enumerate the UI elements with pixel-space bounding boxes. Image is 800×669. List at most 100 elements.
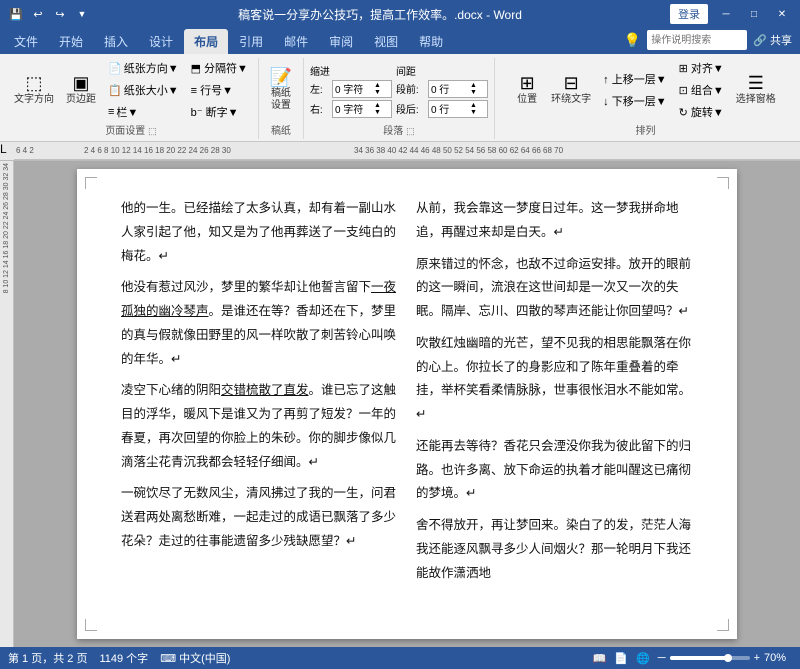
page-info: 第 1 页，共 2 页: [8, 650, 87, 666]
zoom-track[interactable]: [670, 656, 750, 660]
layer-controls: ↑ 上移一层▼ ↓ 下移一层▼: [599, 69, 670, 111]
minimize-button[interactable]: ─: [716, 4, 736, 24]
margins-icon: ▣: [72, 74, 89, 92]
page-setup-expand[interactable]: ⬚: [148, 126, 157, 136]
ribbon-group-paragraph: 缩进 左: ▲ ▼ 右:: [304, 58, 495, 139]
tab-review[interactable]: 审阅: [319, 29, 363, 54]
align-button[interactable]: ⊞ 对齐▼: [675, 58, 728, 78]
after-spacing-input[interactable]: [429, 103, 469, 114]
right-indent-arrows[interactable]: ▲ ▼: [373, 102, 382, 116]
document-area[interactable]: 他的一生。已经描绘了太多认真，却有着一副山水人家引起了他，知又是为了他再葬送了一…: [14, 161, 800, 647]
tab-insert[interactable]: 插入: [94, 29, 138, 54]
draft-label: 稿纸: [271, 122, 291, 139]
zoom-in-icon[interactable]: +: [754, 652, 760, 664]
page-content: 他的一生。已经描绘了太多认真，却有着一副山水人家引起了他，知又是为了他再葬送了一…: [121, 197, 693, 593]
read-mode-icon[interactable]: 📖: [593, 652, 607, 665]
undo-icon[interactable]: ↩: [30, 6, 46, 22]
columns-button[interactable]: ≡ 栏▼: [104, 102, 183, 122]
right-indent-field[interactable]: ▲ ▼: [332, 100, 392, 118]
tab-design[interactable]: 设计: [139, 29, 183, 54]
right-indent-input[interactable]: [333, 103, 373, 114]
content-right-col[interactable]: 从前，我会靠这一梦度日过年。这一梦我拼命地追，再醒过来却是白天。↵ 原来错过的怀…: [416, 197, 693, 593]
draft-icon: 📝: [270, 68, 292, 86]
send-backward-button[interactable]: ↓ 下移一层▼: [599, 91, 670, 111]
right-para-4: 还能再去等待？香花只会湮没你我为彼此留下的归路。也许多离、放下命运的执着才能叫醒…: [416, 435, 693, 506]
left-indent-arrows[interactable]: ▲ ▼: [373, 82, 382, 96]
right-indent-down[interactable]: ▼: [373, 109, 382, 116]
zoom-thumb[interactable]: [724, 654, 732, 662]
customize-icon[interactable]: ▼: [74, 6, 90, 22]
save-icon[interactable]: 💾: [8, 6, 24, 22]
left-indent-down[interactable]: ▼: [373, 89, 382, 96]
paragraph-label: 段落 ⬚: [383, 122, 414, 139]
page-setup-content: ⬚ 文字方向 ▣ 页边距 📄 纸张方向▼ 📋 纸张大小▼ ≡ 栏▼: [10, 58, 252, 122]
after-down[interactable]: ▼: [469, 109, 478, 116]
position-button[interactable]: ⊞ 位置: [511, 72, 543, 108]
hyphenation-button[interactable]: b⁻ 断字▼: [187, 102, 252, 122]
left-indent-input[interactable]: [333, 83, 373, 94]
tab-view[interactable]: 视图: [364, 29, 408, 54]
ruler-container: L 6 4 2 2 4 6 8 10 12 14 16 18 20 22 24 …: [0, 142, 800, 161]
line-numbers-button[interactable]: ≡ 行号▼: [187, 80, 252, 100]
indent-controls: 缩进 左: ▲ ▼ 右:: [310, 63, 392, 118]
before-up[interactable]: ▲: [469, 82, 478, 89]
zoom-out-icon[interactable]: ─: [658, 652, 666, 664]
left-indent-field[interactable]: ▲ ▼: [332, 80, 392, 98]
restore-button[interactable]: □: [744, 4, 764, 24]
draft-settings-button[interactable]: 📝 稿纸设置: [265, 66, 297, 114]
search-input[interactable]: [647, 30, 747, 50]
breaks-button[interactable]: ⬒ 分隔符▼: [187, 58, 252, 78]
bring-forward-button[interactable]: ↑ 上移一层▼: [599, 69, 670, 89]
share-button[interactable]: 🔗 共享: [753, 32, 792, 48]
right-para-1: 从前，我会靠这一梦度日过年。这一梦我拼命地追，再醒过来却是白天。↵: [416, 197, 693, 245]
zoom-level: 70%: [764, 652, 792, 664]
print-layout-icon[interactable]: 📄: [614, 652, 628, 665]
rotate-button[interactable]: ↻ 旋转▼: [675, 102, 728, 122]
left-indent-up[interactable]: ▲: [373, 82, 382, 89]
breaks-controls: ⬒ 分隔符▼ ≡ 行号▼ b⁻ 断字▼: [187, 58, 252, 122]
text-direction-button[interactable]: ⬚ 文字方向: [10, 72, 58, 108]
title-bar-left: 💾 ↩ ↪ ▼: [8, 6, 90, 22]
ruler-marks: 6 4 2 2 4 6 8 10 12 14 16 18 20 22 24 26…: [14, 142, 800, 159]
tab-help[interactable]: 帮助: [409, 29, 453, 54]
group-button[interactable]: ⊡ 组合▼: [675, 80, 728, 100]
close-button[interactable]: ✕: [772, 4, 792, 24]
left-indent-field-row: 左: ▲ ▼: [310, 80, 392, 98]
redo-icon[interactable]: ↪: [52, 6, 68, 22]
zoom-bar: ─ + 70%: [658, 652, 792, 664]
paper-controls: 📄 纸张方向▼ 📋 纸张大小▼ ≡ 栏▼: [104, 58, 183, 122]
tab-references[interactable]: 引用: [229, 29, 273, 54]
after-spacing-field[interactable]: ▲ ▼: [428, 100, 488, 118]
ribbon-group-page-setup: ⬚ 文字方向 ▣ 页边距 📄 纸张方向▼ 📋 纸张大小▼ ≡ 栏▼: [4, 58, 259, 139]
arrange-label: 排列: [635, 122, 655, 139]
before-spacing-field[interactable]: ▲ ▼: [428, 80, 488, 98]
after-spacing-arrows[interactable]: ▲ ▼: [469, 102, 478, 116]
before-spacing-arrows[interactable]: ▲ ▼: [469, 82, 478, 96]
selection-pane-button[interactable]: ☰ 选择窗格: [732, 72, 780, 108]
spacing-controls: 间距 段前: ▲ ▼ 段后:: [396, 63, 488, 118]
wrap-icon: ⊟: [564, 74, 579, 92]
wrap-text-button[interactable]: ⊟ 环绕文字: [547, 72, 595, 108]
before-down[interactable]: ▼: [469, 89, 478, 96]
title-bar: 💾 ↩ ↪ ▼ 稿客说一分享办公技巧，提高工作效率。.docx - Word 登…: [0, 0, 800, 28]
right-indent-up[interactable]: ▲: [373, 102, 382, 109]
paragraph-expand[interactable]: ⬚: [406, 126, 415, 136]
margins-button[interactable]: ▣ 页边距: [62, 72, 100, 108]
content-left-col[interactable]: 他的一生。已经描绘了太多认真，却有着一副山水人家引起了他，知又是为了他再葬送了一…: [121, 197, 398, 593]
web-layout-icon[interactable]: 🌐: [636, 652, 650, 665]
corner-bl: [85, 619, 97, 631]
title-bar-right: 登录 ─ □ ✕: [670, 4, 792, 24]
paper-size-button[interactable]: 📋 纸张大小▼: [104, 80, 183, 100]
horizontal-ruler: 6 4 2 2 4 6 8 10 12 14 16 18 20 22 24 26…: [14, 142, 800, 160]
vertical-ruler: 8 10 12 14 16 18 20 22 24 26 28 30 32 34: [0, 161, 14, 647]
before-spacing-input[interactable]: [429, 83, 469, 94]
after-up[interactable]: ▲: [469, 102, 478, 109]
tab-layout[interactable]: 布局: [184, 29, 228, 54]
lightbulb-icon: 💡: [624, 32, 641, 49]
tab-mailings[interactable]: 邮件: [274, 29, 318, 54]
tab-home[interactable]: 开始: [49, 29, 93, 54]
left-para-3: 凌空下心绪的阴阳交错梳散了直发。谁已忘了这触目的浮华，暖风下是谁又为了再剪了短发…: [121, 379, 398, 474]
paper-orientation-button[interactable]: 📄 纸张方向▼: [104, 58, 183, 78]
login-button[interactable]: 登录: [670, 4, 708, 24]
tab-file[interactable]: 文件: [4, 29, 48, 54]
